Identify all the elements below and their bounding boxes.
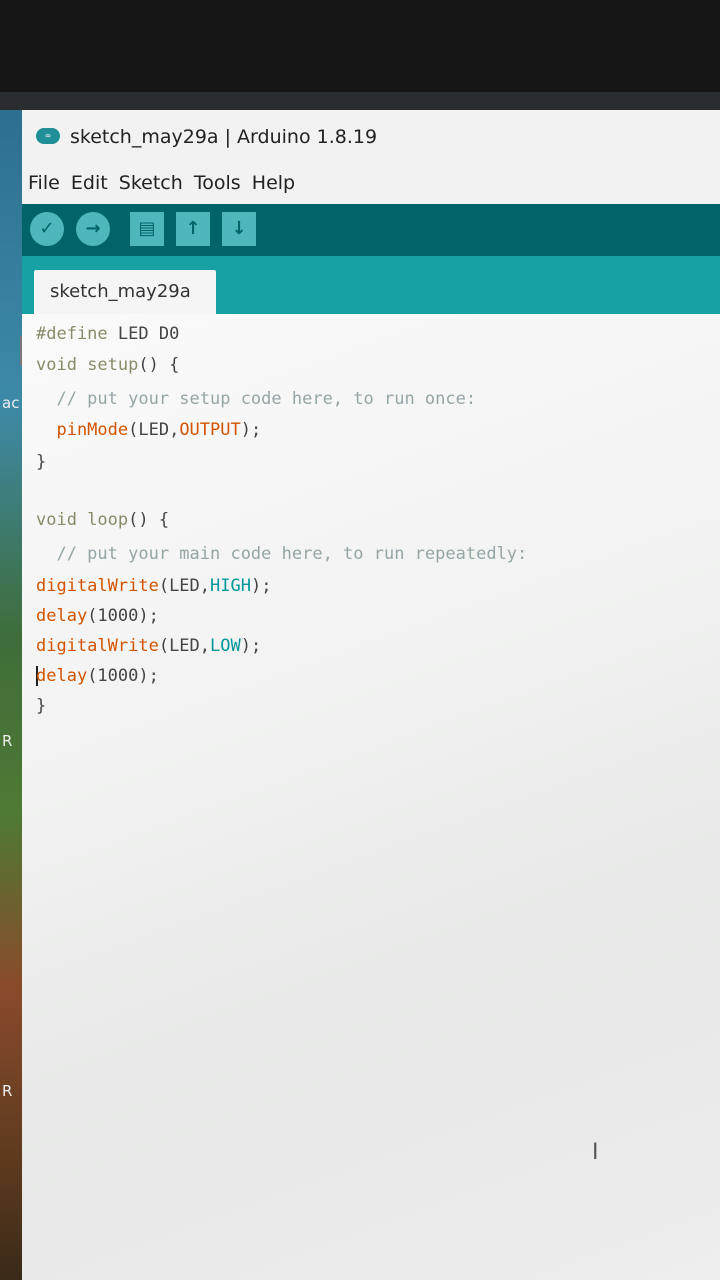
menu-edit[interactable]: Edit [71, 172, 108, 194]
code-line: digitalWrite(LED,LOW); [36, 636, 262, 656]
toolbar: ✓ → ▤ ↑ ↓ [22, 204, 720, 256]
code-line: pinMode(LED,OUTPUT); [36, 420, 262, 440]
desktop-edge-text: R [2, 1082, 13, 1100]
code-line: } [36, 452, 47, 472]
mouse-ibeam-icon: I [592, 1140, 599, 1165]
arrow-down-icon: ↓ [231, 218, 247, 239]
desktop-edge-text: ac [2, 394, 20, 412]
code-line: void loop() { [36, 510, 170, 530]
monitor-bezel-strip [0, 92, 720, 110]
menu-sketch[interactable]: Sketch [119, 172, 183, 194]
window-title: sketch_may29a | Arduino 1.8.19 [70, 126, 378, 148]
code-line: #define LED D0 [36, 324, 180, 344]
monitor-bezel [0, 0, 720, 96]
tab-sketch[interactable]: sketch_may29a [34, 270, 216, 314]
desktop-background: ac R R [0, 110, 22, 1280]
open-sketch-button[interactable]: ↑ [176, 212, 210, 246]
desktop-edge-text: R [2, 732, 13, 750]
checkmark-icon: ✓ [39, 218, 55, 239]
arrow-right-icon: → [85, 218, 101, 239]
code-line: delay(1000); [36, 666, 159, 686]
verify-button[interactable]: ✓ [30, 212, 64, 246]
code-line: void setup() { [36, 355, 180, 375]
code-comment: // put your main code here, to run repea… [36, 544, 528, 564]
save-sketch-button[interactable]: ↓ [222, 212, 256, 246]
code-comment: // put your setup code here, to run once… [36, 389, 477, 409]
upload-button[interactable]: → [76, 212, 110, 246]
arduino-logo-icon: ∞ [36, 128, 60, 144]
menu-tools[interactable]: Tools [194, 172, 241, 194]
title-bar[interactable]: ∞ sketch_may29a | Arduino 1.8.19 [22, 110, 720, 166]
new-sketch-button[interactable]: ▤ [130, 212, 164, 246]
menu-file[interactable]: File [28, 172, 60, 194]
document-icon: ▤ [138, 218, 156, 239]
menu-bar: File Edit Sketch Tools Help [22, 166, 720, 204]
code-line: } [36, 696, 47, 716]
arduino-ide-window: ∞ sketch_may29a | Arduino 1.8.19 File Ed… [20, 110, 720, 1280]
tab-strip: sketch_may29a [22, 256, 720, 314]
editor-gutter-marker [20, 336, 22, 366]
code-line: digitalWrite(LED,HIGH); [36, 576, 272, 596]
code-line: delay(1000); [36, 606, 159, 626]
code-editor[interactable]: #define LED D0 void setup() { // put you… [20, 314, 720, 1280]
arrow-up-icon: ↑ [185, 218, 201, 239]
menu-help[interactable]: Help [252, 172, 295, 194]
